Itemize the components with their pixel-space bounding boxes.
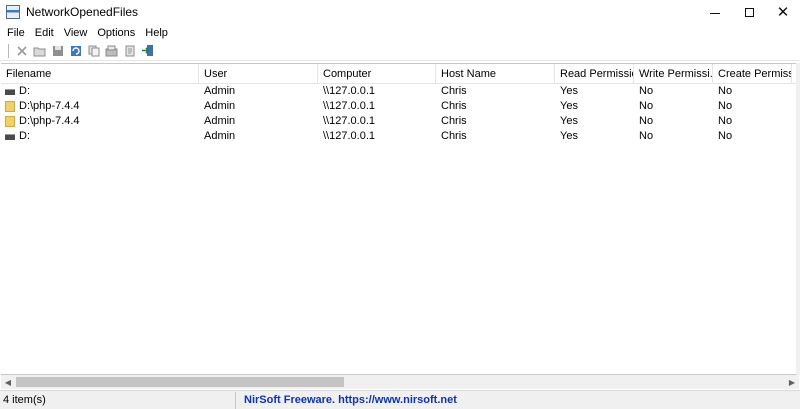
cell-host-name: Chris: [441, 100, 467, 112]
menu-view[interactable]: View: [59, 27, 93, 39]
column-header-computer[interactable]: Computer: [318, 64, 436, 84]
minimize-button[interactable]: [698, 0, 732, 24]
window-title: NetworkOpenedFiles: [26, 5, 139, 19]
menu-file[interactable]: File: [2, 27, 30, 39]
folder-icon: [5, 101, 15, 112]
vertical-scrollbar[interactable]: [796, 63, 800, 375]
column-header-filename[interactable]: Filename: [1, 64, 199, 84]
cell-write-permission: No: [639, 130, 654, 142]
table-row[interactable]: D:\php-7.4.4 Admin \\127.0.0.1 Chris Yes No No: [1, 114, 799, 129]
status-bar: 4 item(s) NirSoft Freeware. https://www.…: [0, 390, 800, 409]
files-list[interactable]: Filename User Computer Host Name Read Pe…: [1, 63, 799, 375]
cell-filename: D:: [1, 129, 199, 144]
cell-read-permission: Yes: [560, 85, 578, 97]
cell-computer: \\127.0.0.1: [323, 100, 375, 112]
column-header-read-permission[interactable]: Read Permission: [555, 64, 634, 84]
column-header-user[interactable]: User: [199, 64, 318, 84]
cell-write-permission: No: [639, 115, 654, 127]
window-controls: ✕: [698, 0, 800, 24]
copy-icon[interactable]: [85, 43, 102, 59]
menu-help[interactable]: Help: [140, 27, 173, 39]
cell-host-name: Chris: [441, 115, 467, 127]
save-icon[interactable]: [49, 43, 66, 59]
scroll-right-icon[interactable]: ▶: [785, 375, 799, 389]
toolbar-grip: [8, 43, 10, 58]
title-bar: NetworkOpenedFiles ✕: [0, 0, 800, 24]
cell-write-permission: No: [639, 85, 654, 97]
column-header-create-permission[interactable]: Create Permiss...: [713, 64, 792, 84]
close-button[interactable]: ✕: [766, 0, 800, 24]
scroll-track[interactable]: [15, 375, 785, 389]
nirsoft-link[interactable]: NirSoft Freeware. https://www.nirsoft.ne…: [236, 392, 457, 409]
cell-create-permission: No: [718, 115, 733, 127]
filename-text: D:: [19, 85, 30, 97]
minimize-icon: [710, 12, 720, 14]
list-header: Filename User Computer Host Name Read Pe…: [1, 64, 799, 84]
column-header-host-name[interactable]: Host Name: [436, 64, 555, 84]
cell-filename: D:\php-7.4.4: [1, 99, 199, 114]
toolbar: [0, 41, 800, 61]
item-count: 4 item(s): [0, 391, 236, 409]
horizontal-scrollbar[interactable]: ◀ ▶: [1, 375, 799, 389]
table-row[interactable]: D: Admin \\127.0.0.1 Chris Yes No No: [1, 84, 799, 99]
cell-read-permission: Yes: [560, 115, 578, 127]
exit-icon[interactable]: [139, 43, 156, 59]
cell-create-permission: No: [718, 85, 733, 97]
cell-host-name: Chris: [441, 85, 467, 97]
cell-read-permission: Yes: [560, 100, 578, 112]
folder-icon: [5, 116, 15, 127]
filename-text: D:: [19, 130, 30, 142]
app-icon: [6, 5, 20, 19]
scroll-thumb[interactable]: [16, 377, 344, 387]
filename-text: D:\php-7.4.4: [19, 115, 80, 127]
cell-read-permission: Yes: [560, 130, 578, 142]
drive-icon: [5, 88, 15, 95]
table-row[interactable]: D: Admin \\127.0.0.1 Chris Yes No No: [1, 129, 799, 144]
cell-filename: D:: [1, 84, 199, 99]
cell-create-permission: No: [718, 100, 733, 112]
delete-icon[interactable]: [13, 43, 30, 59]
cell-user: Admin: [204, 100, 236, 112]
properties-icon[interactable]: [103, 43, 120, 59]
open-folder-icon[interactable]: [31, 43, 48, 59]
maximize-icon: [744, 7, 754, 17]
table-row[interactable]: D:\php-7.4.4 Admin \\127.0.0.1 Chris Yes No No: [1, 99, 799, 114]
cell-computer: \\127.0.0.1: [323, 85, 375, 97]
filename-text: D:\php-7.4.4: [19, 100, 80, 112]
refresh-icon[interactable]: [67, 43, 84, 59]
scroll-left-icon[interactable]: ◀: [1, 375, 15, 389]
cell-user: Admin: [204, 130, 236, 142]
cell-write-permission: No: [639, 100, 654, 112]
column-header-write-permission[interactable]: Write Permissi...: [634, 64, 713, 84]
menu-options[interactable]: Options: [92, 27, 140, 39]
cell-user: Admin: [204, 115, 236, 127]
list-body: D: Admin \\127.0.0.1 Chris Yes No No D:\php-7.4…: [1, 84, 799, 144]
drive-icon: [5, 133, 15, 140]
cell-computer: \\127.0.0.1: [323, 130, 375, 142]
cell-computer: \\127.0.0.1: [323, 115, 375, 127]
cell-filename: D:\php-7.4.4: [1, 114, 199, 129]
cell-host-name: Chris: [441, 130, 467, 142]
cell-user: Admin: [204, 85, 236, 97]
maximize-button[interactable]: [732, 0, 766, 24]
menu-bar: File Edit View Options Help: [0, 24, 800, 41]
menu-edit[interactable]: Edit: [30, 27, 59, 39]
html-report-icon[interactable]: [121, 43, 138, 59]
cell-create-permission: No: [718, 130, 733, 142]
